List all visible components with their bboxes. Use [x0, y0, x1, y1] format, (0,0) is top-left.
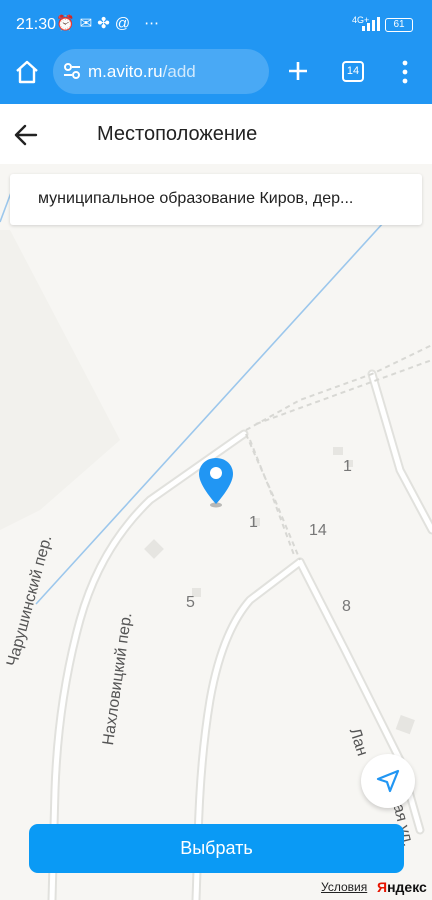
overflow-menu-icon[interactable] [400, 60, 410, 84]
notification-icons: ⏰✉✤@ ⋯ [56, 15, 165, 32]
navigation-arrow-icon [376, 769, 400, 793]
status-time: 21:30 [16, 16, 57, 33]
terms-link[interactable]: Условия [321, 880, 367, 894]
status-bar: 21:30 ⏰✉✤@ ⋯ 4G+ 61 [0, 0, 432, 48]
battery-icon: 61 [385, 18, 413, 32]
home-icon[interactable] [14, 60, 40, 84]
address-field[interactable]: муниципальное образование Киров, дер... [10, 174, 422, 225]
yandex-logo-letter: Я [377, 879, 388, 895]
yandex-logo: Яндекс [377, 879, 427, 895]
url-host: m.avito.ru [88, 62, 163, 81]
back-arrow-icon[interactable] [12, 121, 40, 149]
page-header: Местоположение [0, 104, 432, 164]
browser-chrome: 21:30 ⏰✉✤@ ⋯ 4G+ 61 m.avito.ru/add 14 [0, 0, 432, 104]
house-number: 8 [342, 598, 351, 615]
address-text: муниципальное образование Киров, дер... [38, 190, 354, 207]
url-text: m.avito.ru/add [88, 62, 196, 82]
url-bar[interactable]: m.avito.ru/add [53, 49, 269, 94]
select-button[interactable]: Выбрать [29, 824, 404, 873]
signal-icon [362, 17, 382, 31]
tab-count-button[interactable]: 14 [342, 61, 364, 82]
my-location-button[interactable] [361, 754, 415, 808]
site-settings-icon[interactable] [63, 62, 81, 80]
location-pin-icon [199, 458, 233, 508]
house-number: 5 [186, 594, 195, 611]
house-number: 1 [249, 514, 258, 531]
page-title: Местоположение [97, 123, 258, 145]
house-number: 1 [343, 458, 352, 475]
new-tab-plus-icon[interactable] [286, 59, 310, 83]
yandex-logo-rest: ндекс [387, 879, 427, 895]
house-number: 14 [309, 522, 327, 539]
url-path: /add [162, 62, 196, 81]
